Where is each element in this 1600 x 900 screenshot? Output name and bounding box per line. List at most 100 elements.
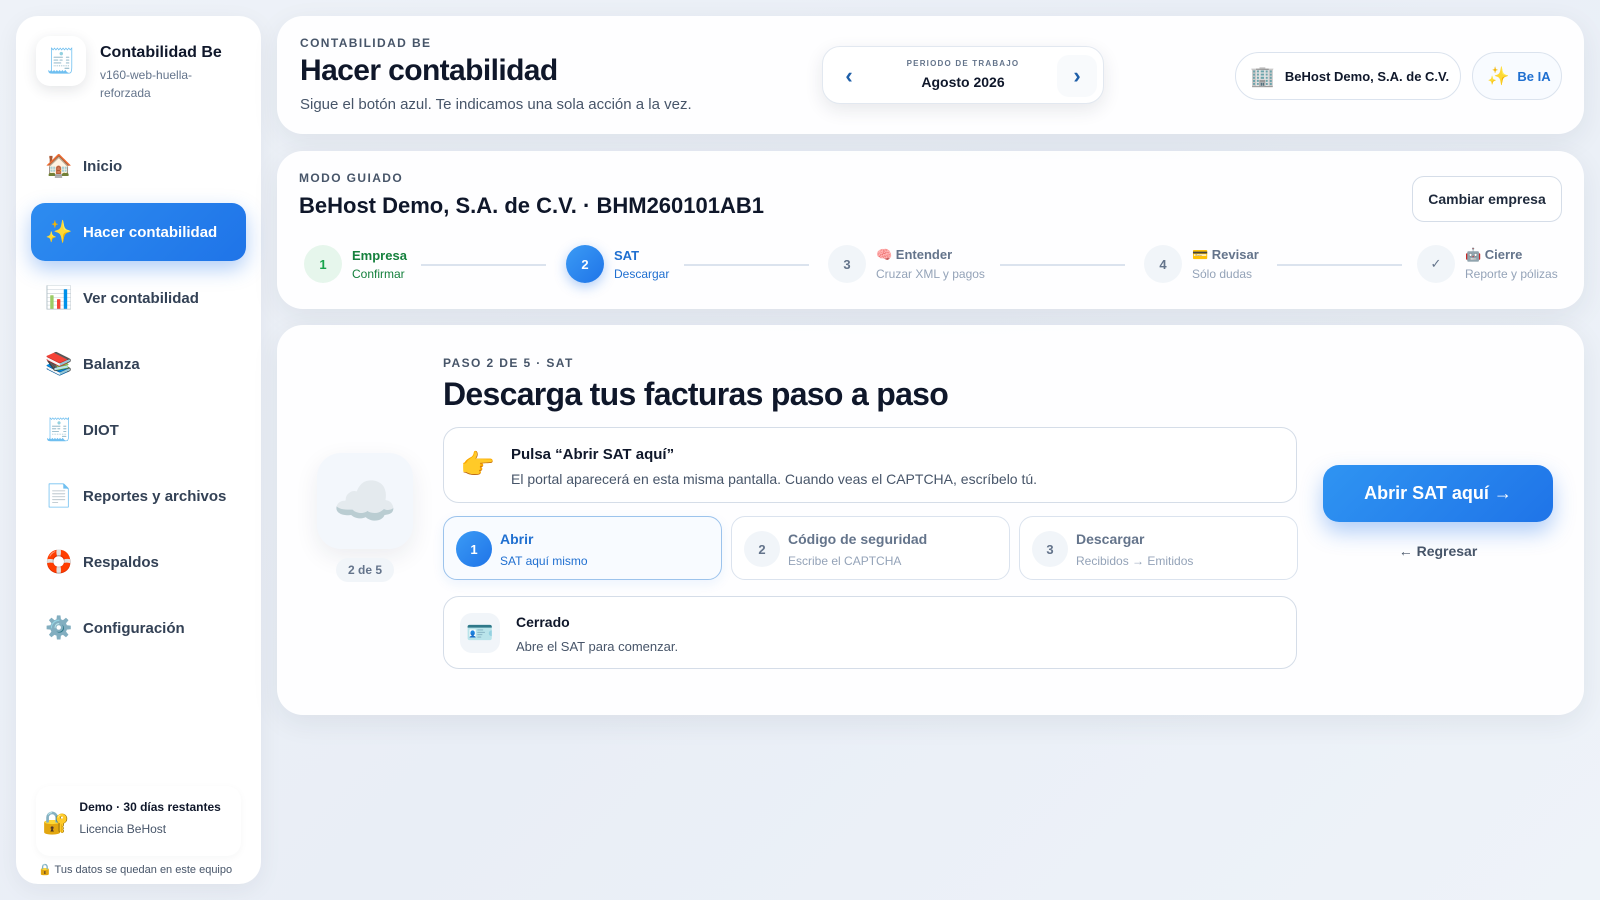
- substep-abrir[interactable]: 1 Abrir SAT aquí mismo: [443, 516, 722, 580]
- period-selector: ‹ PERIODO DE TRABAJO Agosto 2026 ›: [822, 46, 1104, 104]
- step-label: Empresa: [352, 247, 407, 263]
- sidebar-item-label: Inicio: [83, 157, 123, 175]
- gear-icon: ⚙️: [45, 615, 73, 640]
- status-title: Cerrado: [516, 614, 570, 630]
- stepper-step-revisar[interactable]: 4 💳 Revisar Sólo dudas: [1144, 245, 1259, 283]
- sidebar-item-respaldos[interactable]: 🛟 Respaldos: [31, 533, 246, 591]
- page-title: Hacer contabilidad: [300, 54, 558, 87]
- instruction-title: Pulsa “Abrir SAT aquí”: [511, 446, 675, 463]
- sidebar-item-inicio[interactable]: 🏠 Inicio: [31, 137, 246, 195]
- sidebar-item-balanza[interactable]: 📚 Balanza: [31, 335, 246, 393]
- sparkles-icon: ✨: [1487, 65, 1510, 86]
- sidebar-item-diot[interactable]: 🧾 DIOT: [31, 401, 246, 459]
- guided-eyebrow: MODO GUIADO: [299, 171, 404, 185]
- bar-chart-icon: 📊: [45, 285, 73, 310]
- substep-number: 1: [456, 531, 492, 567]
- step-connector: [1277, 264, 1402, 266]
- id-card-icon: 🪪: [460, 613, 500, 653]
- step-label: 💳 Revisar: [1192, 247, 1259, 262]
- sidebar-item-label: Respaldos: [83, 553, 159, 571]
- step-number: 2: [566, 245, 604, 283]
- substep-subtitle: Recibidos → Emitidos: [1076, 554, 1194, 568]
- step-sublabel: Reporte y pólizas: [1465, 267, 1558, 281]
- license-card: 🔐 Demo · 30 días restantes Licencia BeHo…: [36, 786, 241, 856]
- stepper-step-empresa[interactable]: 1 Empresa Confirmar: [304, 245, 407, 283]
- sidebar: 🧾 Contabilidad Be v160-web-huella-reforz…: [16, 16, 261, 884]
- cloud-icon: ☁️: [317, 453, 413, 549]
- substep-number: 2: [744, 531, 780, 567]
- step-number: 4: [1144, 245, 1182, 283]
- sparkles-icon: ✨: [45, 219, 73, 244]
- guided-mode-card: MODO GUIADO BeHost Demo, S.A. de C.V. · …: [277, 151, 1584, 309]
- sidebar-item-label: DIOT: [83, 421, 119, 439]
- step-sublabel: Cruzar XML y pagos: [876, 267, 985, 281]
- home-icon: 🏠: [45, 153, 73, 178]
- header-card: CONTABILIDAD BE Hacer contabilidad Sigue…: [277, 16, 1584, 134]
- lock-key-icon: 🔐: [42, 810, 70, 835]
- company-title: BeHost Demo, S.A. de C.V. · BHM260101AB1: [299, 193, 764, 218]
- checkmark-icon: ✓: [1417, 245, 1455, 283]
- accounting-logo-icon: 🧾: [36, 36, 86, 86]
- substep-title: Descargar: [1076, 531, 1145, 547]
- stepper-step-cierre[interactable]: ✓ 🤖 Cierre Reporte y pólizas: [1417, 245, 1558, 283]
- license-title: Demo · 30 días restantes: [79, 800, 221, 814]
- open-sat-button[interactable]: Abrir SAT aquí →: [1323, 465, 1553, 522]
- step-label: SAT: [614, 247, 640, 263]
- app-eyebrow: CONTABILIDAD BE: [300, 36, 432, 50]
- substep-title: Abrir: [500, 531, 534, 547]
- document-icon: 📄: [45, 483, 73, 508]
- step-number: 1: [304, 245, 342, 283]
- sidebar-item-label: Balanza: [83, 355, 140, 373]
- sidebar-item-ver-contabilidad[interactable]: 📊 Ver contabilidad: [31, 269, 246, 327]
- step-sublabel: Descargar: [614, 266, 670, 281]
- substep-codigo-seguridad[interactable]: 2 Código de seguridad Escribe el CAPTCHA: [731, 516, 1010, 580]
- lifebuoy-icon: 🛟: [45, 549, 73, 574]
- substep-subtitle: Escribe el CAPTCHA: [788, 554, 902, 568]
- instruction-text: El portal aparecerá en esta misma pantal…: [511, 471, 1038, 487]
- substep-title: Código de seguridad: [788, 531, 928, 547]
- stepper-step-entender[interactable]: 3 🧠 Entender Cruzar XML y pagos: [828, 245, 985, 283]
- be-ia-button[interactable]: ✨ Be IA: [1472, 52, 1562, 100]
- step-label: 🤖 Cierre: [1465, 247, 1523, 262]
- step-card: ☁️ 2 de 5 PASO 2 DE 5 · SAT Descarga tus…: [277, 325, 1584, 715]
- sidebar-item-configuracion[interactable]: ⚙️ Configuración: [31, 599, 246, 657]
- sidebar-item-label: Ver contabilidad: [83, 289, 199, 307]
- brand-version: v160-web-huella-reforzada: [100, 68, 193, 100]
- step-title: Descarga tus facturas paso a paso: [443, 376, 949, 412]
- sidebar-item-reportes[interactable]: 📄 Reportes y archivos: [31, 467, 246, 525]
- step-number: 3: [828, 245, 866, 283]
- sidebar-item-label: Configuración: [83, 619, 185, 637]
- company-selector[interactable]: 🏢 BeHost Demo, S.A. de C.V.: [1235, 52, 1461, 100]
- sidebar-nav: 🏠 Inicio ✨ Hacer contabilidad 📊 Ver cont…: [31, 137, 246, 665]
- books-icon: 📚: [45, 351, 73, 376]
- brand-name: Contabilidad Be: [100, 44, 222, 61]
- sat-status-box: 🪪 Cerrado Abre el SAT para comenzar.: [443, 596, 1297, 669]
- substep-number: 3: [1032, 531, 1068, 567]
- stepper-step-sat[interactable]: 2 SAT Descargar: [566, 245, 669, 283]
- progress-badge: 2 de 5: [336, 558, 394, 582]
- building-icon: 🏢: [1250, 65, 1275, 88]
- step-sublabel: Sólo dudas: [1192, 267, 1253, 281]
- license-subtitle: Licencia BeHost: [79, 822, 167, 836]
- change-company-button[interactable]: Cambiar empresa: [1412, 176, 1562, 222]
- step-connector: [421, 264, 546, 266]
- pointing-hand-icon: 👉: [460, 449, 495, 480]
- status-text: Abre el SAT para comenzar.: [516, 639, 679, 654]
- be-ia-label: Be IA: [1517, 68, 1551, 84]
- page-subtitle: Sigue el botón azul. Te indicamos una so…: [300, 96, 692, 113]
- sidebar-item-hacer-contabilidad[interactable]: ✨ Hacer contabilidad: [31, 203, 246, 261]
- step-connector: [684, 264, 809, 266]
- sidebar-item-label: Reportes y archivos: [83, 487, 227, 505]
- company-pill-label: BeHost Demo, S.A. de C.V.: [1284, 68, 1450, 84]
- step-eyebrow: PASO 2 DE 5 · SAT: [443, 356, 574, 370]
- receipt-icon: 🧾: [45, 417, 73, 442]
- privacy-note: 🔒 Tus datos se quedan en este equipo: [38, 864, 233, 876]
- step-sublabel: Confirmar: [352, 266, 405, 281]
- step-connector: [1000, 264, 1125, 266]
- back-link[interactable]: ← Regresar: [1323, 543, 1553, 559]
- substep-descargar[interactable]: 3 Descargar Recibidos → Emitidos: [1019, 516, 1298, 580]
- instruction-box: 👉 Pulsa “Abrir SAT aquí” El portal apare…: [443, 427, 1297, 503]
- substep-subtitle: SAT aquí mismo: [500, 554, 588, 568]
- sidebar-item-label: Hacer contabilidad: [83, 223, 218, 241]
- chevron-right-icon[interactable]: ›: [1057, 55, 1097, 97]
